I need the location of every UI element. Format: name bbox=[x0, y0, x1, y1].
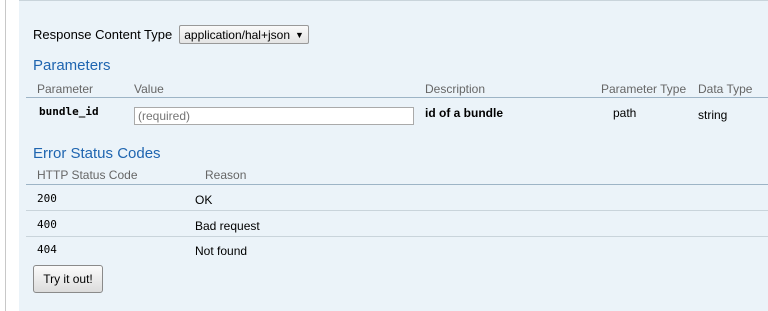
operation-panel: Response Content Type application/hal+js… bbox=[19, 0, 768, 311]
left-border bbox=[5, 0, 6, 311]
col-header-data-type: Data Type bbox=[698, 82, 753, 96]
status-reason: Not found bbox=[195, 244, 248, 258]
param-name: bundle_id bbox=[39, 105, 99, 118]
divider bbox=[19, 0, 768, 1]
response-content-type-label: Response Content Type bbox=[33, 27, 173, 42]
col-header-http-status-code: HTTP Status Code bbox=[37, 168, 138, 182]
error-status-codes-heading: Error Status Codes bbox=[33, 145, 161, 162]
status-reason: OK bbox=[195, 193, 213, 207]
col-header-value: Value bbox=[134, 82, 164, 96]
col-header-description: Description bbox=[425, 82, 486, 96]
col-header-parameter-type: Parameter Type bbox=[601, 82, 687, 96]
table-row bbox=[26, 185, 768, 210]
response-content-type-value: application/hal+json bbox=[184, 27, 290, 42]
try-it-out-button[interactable]: Try it out! bbox=[33, 265, 103, 293]
param-description: id of a bundle bbox=[425, 106, 503, 120]
status-code: 200 bbox=[37, 192, 57, 205]
chevron-down-icon: ▼ bbox=[295, 29, 304, 40]
parameters-heading: Parameters bbox=[33, 57, 111, 74]
response-content-type-row: Response Content Type application/hal+js… bbox=[33, 25, 309, 44]
status-reason: Bad request bbox=[195, 219, 260, 233]
bundle-id-input[interactable] bbox=[134, 107, 414, 125]
col-header-parameter: Parameter bbox=[37, 82, 94, 96]
divider bbox=[26, 210, 768, 211]
divider bbox=[26, 236, 768, 237]
param-data-type: string bbox=[698, 108, 728, 122]
divider bbox=[26, 97, 768, 98]
response-content-type-select[interactable]: application/hal+json ▼ bbox=[179, 25, 309, 44]
status-code: 404 bbox=[37, 243, 57, 256]
status-code: 400 bbox=[37, 218, 57, 231]
param-type: path bbox=[613, 106, 637, 120]
col-header-reason: Reason bbox=[205, 168, 247, 182]
